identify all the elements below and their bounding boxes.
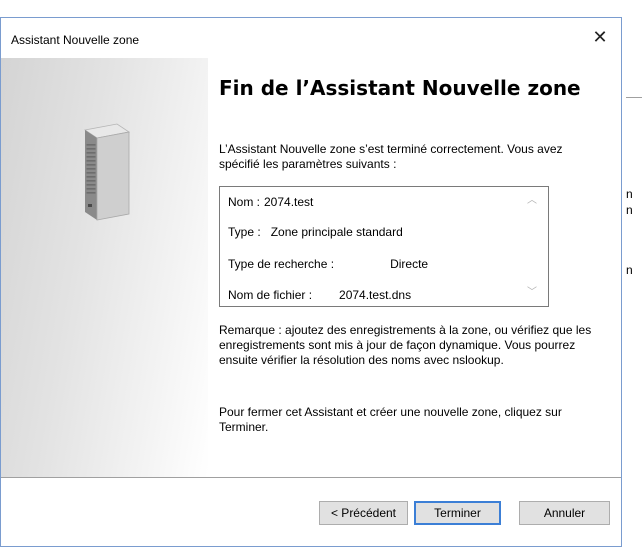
summary-label: Type : <box>228 225 261 239</box>
summary-value: Zone principale standard <box>270 225 403 239</box>
page-title: Fin de l’Assistant Nouvelle zone <box>219 76 581 100</box>
close-icon[interactable]: ✕ <box>589 27 611 49</box>
background-text: n <box>626 187 633 201</box>
summary-label: Nom : <box>228 195 261 209</box>
summary-value: Directe <box>390 257 429 271</box>
finish-button[interactable]: Terminer <box>414 501 501 525</box>
intro-text: L’Assistant Nouvelle zone s’est terminé … <box>219 142 563 171</box>
summary-row-name: Nom :2074.test <box>228 195 313 209</box>
server-tower-icon <box>83 123 131 221</box>
summary-row-filename: Nom de fichier : 2074.test.dns <box>228 288 411 302</box>
summary-row-lookup-type: Type de recherche : Directe <box>228 257 428 271</box>
background-divider <box>626 97 642 98</box>
summary-value: 2074.test <box>264 195 314 209</box>
title-bar: Assistant Nouvelle zone ✕ <box>1 18 621 58</box>
chevron-down-icon[interactable]: ﹀ <box>526 288 538 298</box>
closing-instructions: Pour fermer cet Assistant et créer une n… <box>219 405 562 434</box>
new-zone-wizard-dialog: Assistant Nouvelle zone ✕ Fin de l’Assis… <box>0 17 622 547</box>
remark-text: Remarque : ajoutez des enregistrements à… <box>219 323 592 367</box>
footer-divider <box>1 477 621 478</box>
summary-value: 2074.test.dns <box>339 288 412 302</box>
summary-label: Type de recherche : <box>228 257 335 271</box>
summary-textbox[interactable]: Nom :2074.test Type : Zone principale sta… <box>219 186 549 307</box>
window-title: Assistant Nouvelle zone <box>11 33 140 47</box>
cancel-button[interactable]: Annuler <box>519 501 610 525</box>
chevron-up-icon[interactable]: ︿ <box>526 196 538 206</box>
previous-button[interactable]: < Précédent <box>319 501 408 525</box>
wizard-side-panel <box>1 58 208 478</box>
background-text: n <box>626 263 633 277</box>
summary-label: Nom de fichier : <box>228 288 313 302</box>
summary-row-type: Type : Zone principale standard <box>228 225 403 239</box>
background-window: n n n <box>620 0 642 559</box>
background-text: n <box>626 203 633 217</box>
